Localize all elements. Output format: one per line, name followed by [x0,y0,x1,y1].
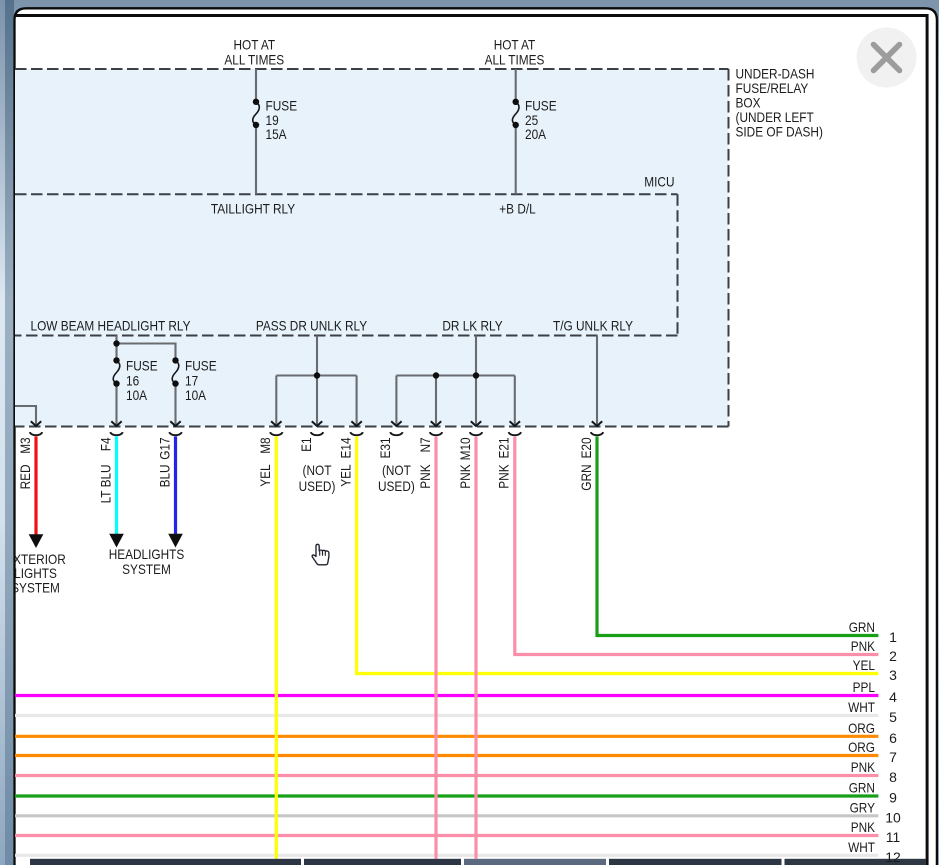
svg-text:4: 4 [889,689,897,705]
svg-text:YEL: YEL [337,464,353,487]
svg-text:WHT: WHT [848,839,875,855]
svg-text:RED: RED [17,464,33,489]
svg-text:PASS DR UNLK RLY: PASS DR UNLK RLY [256,317,368,333]
svg-text:WHT: WHT [848,699,875,715]
svg-text:GRN: GRN [578,464,594,490]
svg-text:9: 9 [889,790,897,806]
svg-text:11: 11 [886,829,901,845]
svg-text:17: 17 [185,372,198,388]
svg-text:T/G UNLK RLY: T/G UNLK RLY [553,317,634,333]
svg-text:2: 2 [889,648,897,664]
svg-text:N7: N7 [417,437,433,452]
svg-text:FUSE: FUSE [185,358,217,374]
svg-text:5: 5 [889,709,897,725]
svg-text:ORG: ORG [848,720,875,736]
svg-text:PNK: PNK [851,638,876,654]
svg-text:E1: E1 [298,437,314,452]
svg-text:MICU: MICU [644,174,674,190]
svg-text:E21: E21 [496,437,512,458]
svg-text:SYSTEM: SYSTEM [11,579,60,595]
svg-text:LOW BEAM HEADLIGHT RLY: LOW BEAM HEADLIGHT RLY [31,317,192,333]
svg-text:(NOT: (NOT [382,462,411,478]
svg-text:6: 6 [889,730,897,746]
svg-text:SIDE OF DASH): SIDE OF DASH) [736,124,823,140]
svg-text:USED): USED) [378,478,415,494]
svg-text:7: 7 [889,749,897,765]
svg-text:USED): USED) [299,478,336,494]
svg-text:8: 8 [889,769,897,785]
svg-text:10A: 10A [185,387,207,403]
svg-text:15A: 15A [266,126,288,142]
svg-text:M10: M10 [457,437,473,460]
svg-text:GRN: GRN [849,780,875,796]
svg-text:3: 3 [889,667,897,683]
svg-text:10: 10 [885,809,901,825]
svg-text:FUSE: FUSE [126,358,158,374]
svg-text:+B D/L: +B D/L [499,200,536,216]
svg-text:PNK: PNK [851,759,876,775]
svg-text:E31: E31 [377,437,393,458]
svg-text:M3: M3 [17,437,33,454]
svg-text:HOT AT: HOT AT [234,37,276,53]
svg-text:HOT AT: HOT AT [494,37,536,53]
svg-text:YEL: YEL [853,657,876,673]
svg-text:20A: 20A [525,126,547,142]
svg-text:HEADLIGHTS: HEADLIGHTS [109,546,185,562]
svg-text:PNK: PNK [457,464,473,489]
svg-text:E20: E20 [578,437,594,458]
svg-text:ORG: ORG [848,739,875,755]
svg-text:GRY: GRY [850,799,876,815]
svg-text:TAILLIGHT RLY: TAILLIGHT RLY [211,200,296,216]
svg-text:10A: 10A [126,387,148,403]
svg-text:PNK: PNK [496,464,512,489]
svg-text:1: 1 [889,629,897,645]
svg-text:G17: G17 [156,437,172,460]
svg-text:LT BLU: LT BLU [97,464,113,503]
svg-text:E14: E14 [337,437,353,458]
svg-text:ALL TIMES: ALL TIMES [485,52,545,68]
svg-text:PNK: PNK [851,819,876,835]
svg-text:F4: F4 [97,437,113,451]
svg-text:(NOT: (NOT [303,462,332,478]
svg-text:GRN: GRN [849,619,875,635]
svg-text:PNK: PNK [417,464,433,489]
svg-text:12: 12 [885,849,901,865]
svg-text:YEL: YEL [257,464,273,487]
svg-text:16: 16 [126,372,139,388]
svg-text:DR LK RLY: DR LK RLY [442,317,503,333]
svg-text:M8: M8 [257,437,273,454]
svg-text:PPL: PPL [853,679,876,695]
svg-text:BLU: BLU [156,464,172,487]
svg-text:ALL TIMES: ALL TIMES [224,52,284,68]
svg-text:SYSTEM: SYSTEM [122,561,171,577]
